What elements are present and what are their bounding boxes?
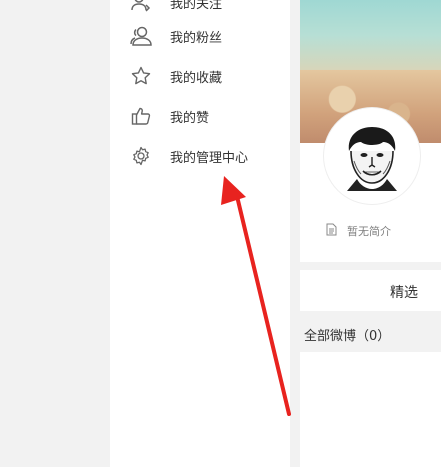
sidebar-item-following[interactable]: 我的关注 — [130, 0, 222, 14]
feed-panel — [300, 352, 441, 467]
user-plus-icon — [130, 0, 152, 13]
sidebar-item-fans[interactable]: 我的粉丝 — [130, 24, 222, 48]
sidebar-item-label: 我的收藏 — [170, 70, 223, 86]
sidebar-item-admin-center[interactable]: 我的管理中心 — [130, 144, 248, 168]
sidebar-item-label: 我的赞 — [170, 110, 210, 126]
sidebar-item-label: 我的粉丝 — [170, 30, 223, 46]
bio-text: 暂无简介 — [347, 224, 391, 238]
bio: 暂无简介 — [326, 221, 391, 240]
users-icon — [130, 25, 152, 47]
tab-featured[interactable]: 精选 — [390, 282, 418, 302]
feed-title: 全部微博（0） — [304, 329, 391, 344]
profile-card: 暂无简介 — [300, 0, 441, 262]
sidebar: 我的关注 我的粉丝 我的收藏 我的赞 我的管理中心 — [110, 0, 290, 467]
gear-icon — [130, 145, 152, 167]
sidebar-item-label: 我的管理中心 — [170, 150, 249, 166]
star-icon — [130, 65, 152, 87]
document-icon — [326, 221, 337, 240]
sidebar-item-likes[interactable]: 我的赞 — [130, 104, 209, 128]
tab-bar: 精选 — [300, 270, 441, 311]
sidebar-item-label: 我的关注 — [170, 0, 223, 12]
sidebar-item-favorites[interactable]: 我的收藏 — [130, 64, 222, 88]
thumbs-up-icon — [130, 105, 152, 127]
avatar[interactable] — [324, 108, 420, 204]
page-background — [0, 0, 110, 467]
column-gap — [290, 0, 300, 467]
